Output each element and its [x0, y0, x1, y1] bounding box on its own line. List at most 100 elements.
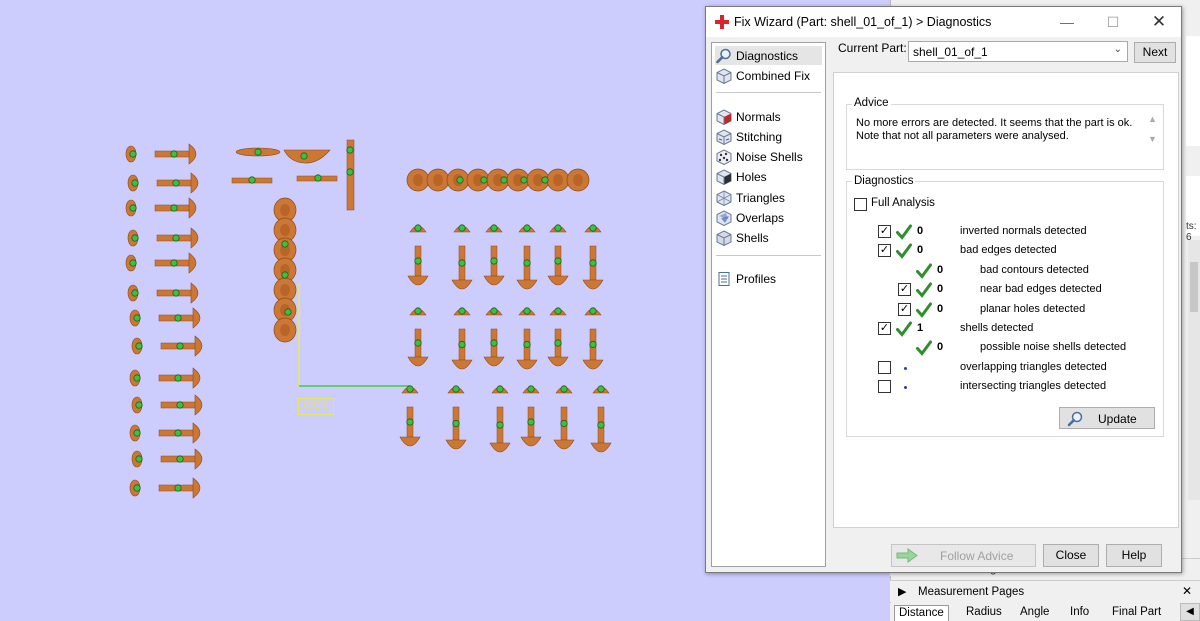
nav-label: Diagnostics — [736, 48, 799, 63]
nav-label: Holes — [736, 169, 767, 184]
nav-item-diagnostics[interactable]: Diagnostics — [715, 46, 822, 65]
part-tip — [194, 394, 203, 416]
marker-point — [560, 385, 568, 393]
expand-arrow-icon[interactable]: ▶ — [898, 585, 906, 598]
current-part-select[interactable]: shell_01_of_1 ⌄ — [908, 41, 1128, 62]
diagnostic-label: inverted normals detected — [960, 225, 1087, 237]
marker-point — [589, 224, 597, 232]
marker-point — [406, 385, 414, 393]
part-tip — [192, 367, 201, 389]
diagnostic-count: 0 — [937, 303, 944, 315]
full-analysis-checkbox[interactable] — [854, 198, 867, 211]
close-icon[interactable]: ✕ — [1182, 584, 1192, 598]
marker-point — [589, 340, 597, 349]
advice-title: Advice — [852, 97, 891, 109]
diagnostic-checkbox[interactable]: ✓ — [878, 225, 891, 238]
marker-point — [248, 176, 256, 184]
green-check-icon — [916, 340, 932, 356]
follow-advice-button[interactable]: Follow Advice — [891, 544, 1036, 567]
marker-point — [131, 234, 139, 242]
measurement-pages-header[interactable]: ▶ Measurement Pages ✕ — [890, 580, 1200, 602]
help-button[interactable]: Help — [1106, 544, 1162, 567]
diagnostic-label: near bad edges detected — [980, 283, 1102, 295]
diagnostic-checkbox[interactable] — [878, 361, 891, 374]
tab-info[interactable]: Info — [1066, 605, 1093, 621]
tab-distance[interactable]: Distance — [894, 605, 949, 621]
tab-angle[interactable]: Angle — [1016, 605, 1053, 621]
part-tip — [190, 282, 199, 304]
part-tip — [451, 279, 473, 290]
arrow-right-icon — [896, 548, 918, 563]
close-button[interactable]: Close — [1043, 544, 1099, 567]
marker-point — [597, 421, 605, 429]
tab-radius[interactable]: Radius — [962, 605, 1006, 621]
diagnostics-panel: Advice No more errors are detected. It s… — [833, 72, 1179, 528]
maximize-button[interactable]: ☐ — [1098, 12, 1128, 32]
marker-point — [414, 224, 422, 232]
marker-point — [129, 204, 137, 212]
marker-point — [490, 257, 498, 265]
cube-icon — [715, 67, 732, 84]
nav-item-combined-fix[interactable]: Combined Fix — [715, 66, 822, 85]
marker-point — [452, 385, 460, 393]
status-dot — [904, 367, 907, 370]
diagnostic-checkbox[interactable]: ✓ — [898, 303, 911, 316]
nav-item-normals[interactable]: Normals — [715, 107, 822, 126]
nav-item-shells[interactable]: Shells — [715, 228, 822, 247]
marker-point — [170, 259, 178, 267]
marker-point — [133, 429, 141, 437]
next-button[interactable]: Next — [1134, 42, 1176, 63]
marker-point — [523, 224, 531, 232]
marker-point — [589, 307, 597, 315]
marker-point — [490, 224, 498, 232]
normals-icon — [715, 108, 732, 125]
nav-item-stitching[interactable]: Stitching — [715, 127, 822, 146]
part-tip — [407, 356, 429, 367]
part-tip — [547, 356, 569, 367]
green-check-icon — [916, 263, 932, 279]
nav-label: Triangles — [736, 190, 785, 205]
part-tip — [590, 442, 612, 453]
shells-icon — [715, 229, 732, 246]
marker-point — [254, 148, 262, 156]
marker-point — [176, 401, 184, 409]
diagnostic-count: 0 — [917, 225, 924, 237]
diagnostic-checkbox[interactable] — [878, 380, 891, 393]
tab-final-part[interactable]: Final Part — [1108, 605, 1165, 621]
diagnostic-checkbox[interactable]: ✓ — [898, 283, 911, 296]
green-check-icon — [896, 321, 912, 337]
diagnostic-label: overlapping triangles detected — [960, 361, 1107, 373]
part-ring-hole — [280, 224, 290, 236]
marker-point — [523, 340, 531, 349]
marker-point — [133, 484, 141, 492]
marker-point — [414, 257, 422, 265]
wizard-nav: Diagnostics Combined Fix Normals Stitchi… — [711, 42, 826, 567]
panel-scrollbar-thumb[interactable] — [1190, 262, 1198, 312]
nav-item-profiles[interactable]: Profiles — [715, 269, 822, 288]
nav-item-noise-shells[interactable]: Noise Shells — [715, 147, 822, 166]
diagnostic-checkbox[interactable]: ✓ — [878, 244, 891, 257]
part-tip — [483, 275, 505, 286]
marker-point — [456, 176, 464, 184]
diagnostic-checkbox[interactable]: ✓ — [878, 322, 891, 335]
close-window-button[interactable]: ✕ — [1144, 12, 1174, 32]
dialog-titlebar[interactable]: Fix Wizard (Part: shell_01_of_1) > Diagn… — [706, 7, 1181, 37]
nav-item-holes[interactable]: Holes — [715, 167, 822, 186]
nav-item-overlaps[interactable]: Overlaps — [715, 208, 822, 227]
tabs-scroll-icon[interactable]: ◀ — [1180, 603, 1200, 621]
part-tip — [451, 359, 473, 370]
part-ring-hole — [280, 324, 290, 336]
part-tip — [192, 307, 201, 329]
marker-point — [527, 385, 535, 393]
part-tip — [547, 275, 569, 286]
nav-item-triangles[interactable]: Triangles — [715, 188, 822, 207]
update-button[interactable]: Update — [1059, 407, 1155, 429]
diagnostic-label: bad contours detected — [980, 264, 1089, 276]
part-tip — [188, 252, 197, 274]
marker-point — [346, 168, 354, 176]
marker-point — [133, 314, 141, 322]
minimize-button[interactable]: — — [1052, 12, 1082, 32]
nav-label: Noise Shells — [736, 149, 803, 164]
green-check-icon — [896, 243, 912, 259]
advice-scrollbar[interactable]: ▲ ▼ — [1145, 114, 1160, 164]
